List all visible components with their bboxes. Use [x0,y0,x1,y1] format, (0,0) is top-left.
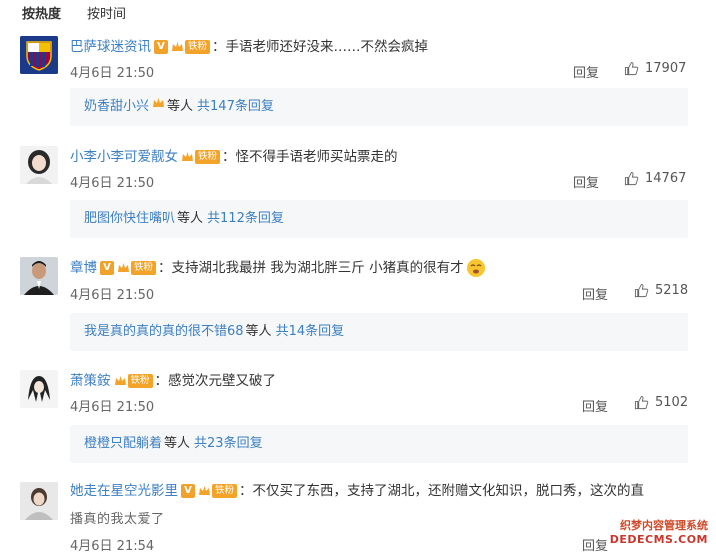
like-count: 14767 [645,171,687,186]
sub-replies-box[interactable]: 我是真的真的真的很不错68 等人 共14条回复 [70,313,688,351]
sub-reply-user[interactable]: 我是真的真的真的很不错68 [84,324,244,339]
avatar[interactable] [20,146,58,184]
comment-time: 4月6日 21:54 [70,539,155,554]
verified-v-icon: V [154,40,168,54]
verified-v-icon: V [100,261,114,275]
crown-icon [114,375,126,385]
sub-reply-etc: 等人 [177,211,204,226]
sub-reply-etc: 等人 [167,99,194,114]
comment-text: 不仅买了东西，支持了湖北，还附赠文化知识，脱口秀，这次的直 [252,483,645,499]
reply-button[interactable]: 回复 [582,396,608,415]
fan-badge: 铁粉 [127,374,153,388]
fan-badge: 铁粉 [185,40,211,54]
avatar[interactable] [20,482,58,520]
thumb-up-icon [634,395,649,410]
username-link[interactable]: 萧策銨 [70,370,111,392]
avatar[interactable] [20,36,58,74]
username-link[interactable]: 巴萨球迷资讯 [70,36,151,58]
crown-icon [153,98,165,107]
watermark-title: 织梦内容管理系统 [620,519,708,532]
sub-reply-count[interactable]: 共14条回复 [276,324,345,339]
comment-text: 怪不得手语老师买站票走的 [235,149,398,165]
crown-icon [199,485,210,495]
crown-icon [182,151,193,161]
reply-button[interactable]: 回复 [582,284,608,303]
comment-header: 萧策銨 铁粉 ： 感觉次元壁又破了 [70,370,276,392]
comment-header: 小李小李可爱靓女 铁粉 ： 怪不得手语老师买站票走的 [70,146,398,168]
sub-reply-etc: 等人 [164,436,191,451]
girl-avatar-icon [20,146,58,184]
like-button[interactable]: 14767 [624,171,686,186]
reply-button[interactable]: 回复 [573,62,599,81]
fan-badge: 铁粉 [212,484,238,498]
like-button[interactable]: 5218 [634,283,688,298]
username-link[interactable]: 小李小李可爱靓女 [70,146,178,168]
avatar[interactable] [20,257,58,295]
avatar[interactable] [20,370,58,408]
barca-logo-icon [20,36,58,74]
sub-replies-box[interactable]: 奶香甜小兴 等人 共147条回复 [70,88,688,126]
like-count: 5218 [655,283,689,298]
crown-icon [172,41,183,51]
watermark: 织梦内容管理系统 DEDECMS.COM [592,517,708,553]
reply-button[interactable]: 回复 [573,172,599,191]
sort-by-time-tab[interactable]: 按时间 [87,3,126,22]
comment-text-continued: 播真的我太爱了 [70,512,165,527]
comment-time: 4月6日 21:50 [70,66,155,81]
thumb-up-icon [634,283,649,298]
sort-by-hot-tab[interactable]: 按热度 [22,3,61,22]
anime-avatar-icon [20,370,58,408]
comment-text: 支持湖北我最拼 我为湖北胖三斤 小猪真的很有才 [171,260,464,276]
person-avatar-icon [20,482,58,520]
like-count: 5102 [655,395,689,410]
fan-badge: 铁粉 [131,261,157,275]
sub-reply-user[interactable]: 肥图你快住嘴叭 [84,211,175,226]
username-link[interactable]: 章博 [70,257,97,279]
emoji-icon [466,259,485,277]
comment-time: 4月6日 21:50 [70,400,155,415]
like-button[interactable]: 17907 [624,61,686,76]
username-link[interactable]: 她走在星空光影里 [70,480,178,502]
comment-text: 手语老师还好没来……不然会疯掉 [225,39,429,55]
comment-time: 4月6日 21:50 [70,176,155,191]
like-count: 17907 [645,61,687,76]
sub-reply-user[interactable]: 奶香甜小兴 [84,99,149,114]
sub-reply-etc: 等人 [245,324,272,339]
comment-time: 4月6日 21:50 [70,288,155,303]
sort-bar: 按热度 按时间 [0,0,716,24]
watermark-url: DEDECMS.COM [609,533,708,546]
like-button[interactable]: 5102 [634,395,688,410]
thumb-up-icon [624,171,639,186]
crown-icon [118,262,129,272]
comment-header: 章博 V 铁粉 ： 支持湖北我最拼 我为湖北胖三斤 小猪真的很有才 [70,257,486,279]
comment-header: 她走在星空光影里 V 铁粉 ： 不仅买了东西，支持了湖北，还附赠文化知识，脱口秀… [70,480,644,502]
sub-reply-count[interactable]: 共23条回复 [194,436,263,451]
sub-replies-box[interactable]: 橙橙只配躺着 等人 共23条回复 [70,425,688,463]
sub-reply-count[interactable]: 共147条回复 [197,99,274,114]
fan-badge: 铁粉 [195,150,221,164]
comment-header: 巴萨球迷资讯 V 铁粉 ： 手语老师还好没来……不然会疯掉 [70,36,428,58]
sub-reply-count[interactable]: 共112条回复 [207,211,284,226]
sub-reply-user[interactable]: 橙橙只配躺着 [84,436,162,451]
sub-replies-box[interactable]: 肥图你快住嘴叭 等人 共112条回复 [70,200,688,238]
man-avatar-icon [20,257,58,295]
comment-text: 感觉次元壁又破了 [168,373,277,389]
thumb-up-icon [624,61,639,76]
verified-v-icon: V [181,484,195,498]
